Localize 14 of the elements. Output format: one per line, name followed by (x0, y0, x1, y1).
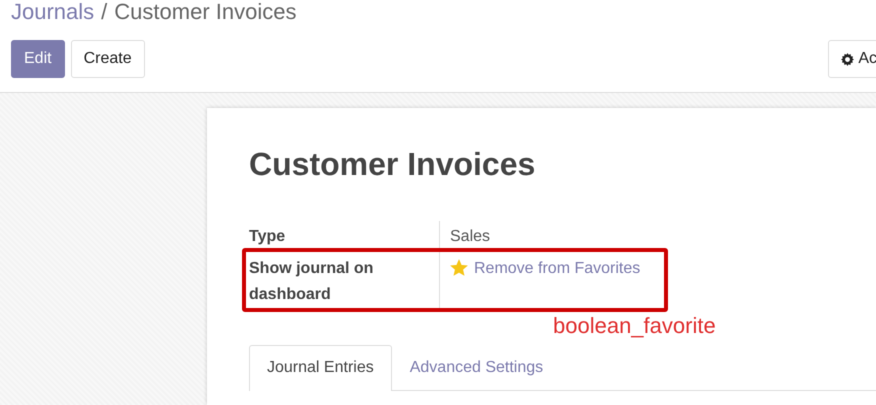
field-label: Show journal on dashboard (249, 253, 440, 311)
gear-icon (841, 52, 854, 66)
breadcrumb-current: Customer Invoices (114, 0, 296, 25)
create-button[interactable]: Create (70, 40, 145, 78)
annotation-label: boolean_favorite (553, 313, 716, 339)
breadcrumb-separator: / (101, 0, 108, 25)
tab[interactable]: Advanced Settings (392, 345, 562, 390)
edit-button[interactable]: Edit (11, 40, 65, 78)
breadcrumb-link[interactable]: Journals (11, 0, 94, 25)
field-value: Sales (450, 228, 490, 245)
field-label: Type (249, 221, 440, 253)
tab[interactable]: Journal Entries (249, 345, 392, 391)
record-title: Customer Invoices (249, 146, 536, 183)
favorite-toggle[interactable]: Remove from Favorites (450, 256, 640, 282)
